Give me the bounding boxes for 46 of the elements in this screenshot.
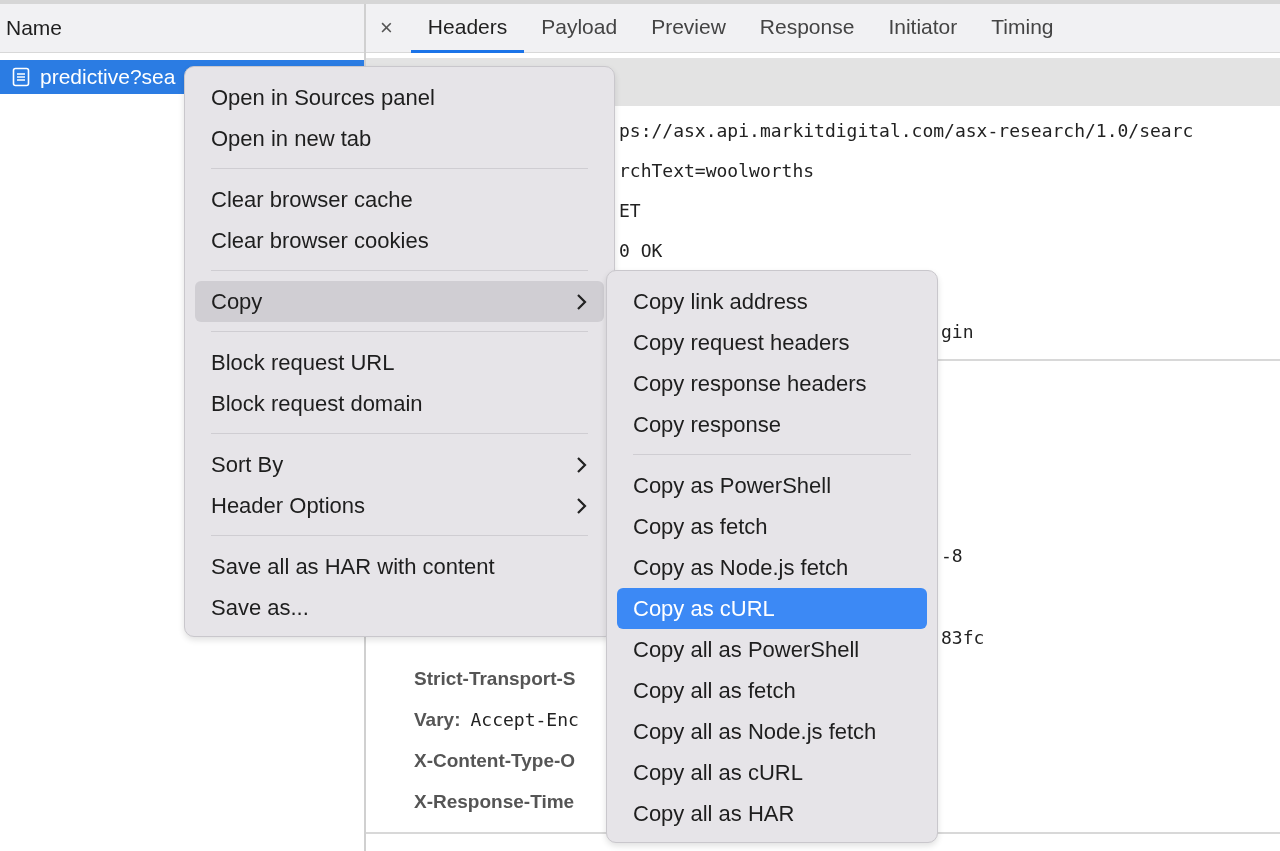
close-button[interactable]: × — [380, 15, 393, 41]
menu-item[interactable]: Sort By — [195, 444, 604, 485]
header-name: X-Response-Time — [414, 790, 575, 813]
menu-item[interactable]: Clear browser cookies — [195, 220, 604, 261]
chevron-right-icon — [576, 292, 588, 311]
menu-item[interactable]: Copy response — [617, 404, 927, 445]
menu-item[interactable]: Copy all as HAR — [617, 793, 927, 834]
menu-item[interactable]: Copy link address — [617, 281, 927, 322]
tab[interactable]: Headers — [410, 4, 525, 53]
header-value: Accept-Enc — [470, 709, 579, 730]
header-value: 83fc — [941, 627, 985, 648]
menu-item[interactable]: Copy request headers — [617, 322, 927, 363]
menu-item[interactable]: Open in new tab — [195, 118, 604, 159]
column-header[interactable]: Name — [6, 16, 63, 40]
chevron-right-icon — [576, 455, 588, 474]
menu-item[interactable]: Copy response headers — [617, 363, 927, 404]
menu-item[interactable]: Block request URL — [195, 342, 604, 383]
header-value: 0 OK — [619, 239, 663, 261]
menu-item[interactable]: Block request domain — [195, 383, 604, 424]
menu-item[interactable]: Copy all as fetch — [617, 670, 927, 711]
menu-item[interactable]: Header Options — [195, 485, 604, 526]
menu-item[interactable]: Copy — [195, 281, 604, 322]
menu-item[interactable]: Copy as Node.js fetch — [617, 547, 927, 588]
chevron-right-icon — [576, 496, 588, 515]
header-value: -8 — [941, 545, 963, 566]
header-value: ET — [619, 199, 641, 221]
header-value: ps://asx.api.markitdigital.com/asx-research/1.0/searc — [619, 119, 1194, 141]
tab[interactable]: Initiator — [871, 4, 975, 53]
menu-item[interactable]: Copy all as Node.js fetch — [617, 711, 927, 752]
header-value: gin — [941, 320, 974, 342]
menu-item[interactable]: Copy as PowerShell — [617, 465, 927, 506]
menu-item[interactable]: Save as... — [195, 587, 604, 628]
menu-item[interactable]: Copy as fetch — [617, 506, 927, 547]
menu-item[interactable]: Clear browser cache — [195, 179, 604, 220]
tab[interactable]: Preview — [634, 4, 743, 53]
document-icon — [12, 67, 30, 87]
header-name: X-Content-Type-O — [414, 749, 576, 772]
menu-item[interactable]: Copy all as cURL — [617, 752, 927, 793]
menu-item[interactable]: Save all as HAR with content — [195, 546, 604, 587]
tab[interactable]: Timing — [974, 4, 1071, 53]
tab[interactable]: Response — [742, 4, 872, 53]
header-value: rchText=woolworths — [619, 159, 815, 181]
header-name: Strict-Transport-S — [414, 667, 576, 690]
tab[interactable]: Payload — [524, 4, 635, 53]
menu-item[interactable]: Copy all as PowerShell — [617, 629, 927, 670]
header-name: Vary: — [414, 708, 461, 731]
